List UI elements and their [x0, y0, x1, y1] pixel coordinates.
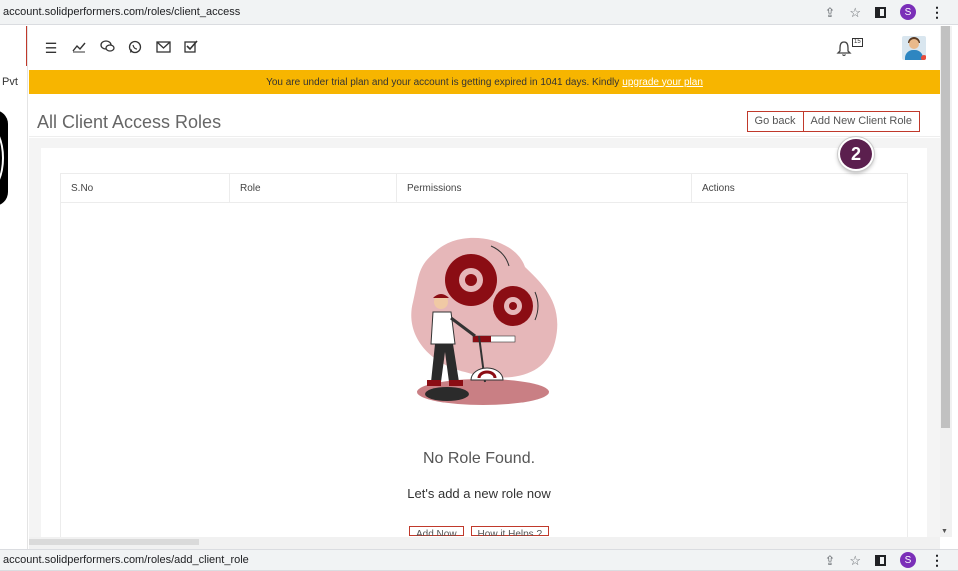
table-header: S.No Role Permissions Actions: [61, 174, 907, 203]
browser-profile-avatar-bottom[interactable]: S: [900, 552, 916, 568]
browser-url-bar-top: account.solidperformers.com/roles/client…: [0, 0, 958, 25]
horizontal-scroll-thumb[interactable]: [29, 539, 199, 545]
star-icon-bottom[interactable]: ☆: [849, 554, 861, 567]
column-header-actions[interactable]: Actions: [692, 174, 907, 202]
notification-bell[interactable]: 15: [836, 38, 863, 62]
empty-state-actions: Add Now How it Helps ?: [0, 526, 958, 536]
org-name-fragment: Pvt: [2, 76, 18, 88]
add-now-button[interactable]: Add Now: [408, 526, 464, 536]
sidebar-accent-line: [26, 26, 27, 66]
browser-url-bar-bottom: account.solidperformers.com/roles/add_cl…: [0, 549, 958, 571]
how-it-helps-button[interactable]: How it Helps ?: [470, 526, 550, 536]
share-icon[interactable]: ⇪: [824, 6, 835, 19]
trial-banner: You are under trial plan and your accoun…: [29, 70, 940, 94]
browser-profile-avatar[interactable]: S: [900, 4, 916, 20]
add-new-client-role-button[interactable]: Add New Client Role: [803, 111, 920, 132]
share-icon-bottom[interactable]: ⇪: [824, 554, 835, 567]
star-icon[interactable]: ☆: [849, 6, 861, 19]
url-text-bottom[interactable]: account.solidperformers.com/roles/add_cl…: [0, 554, 824, 566]
horizontal-scrollbar[interactable]: [29, 537, 940, 549]
notification-count-badge: 15: [852, 38, 863, 47]
side-panel-icon-bottom[interactable]: [875, 554, 886, 566]
page-title: All Client Access Roles: [37, 112, 222, 132]
column-header-sno[interactable]: S.No: [61, 174, 230, 202]
chat-icon[interactable]: [100, 40, 115, 55]
trial-message: You are under trial plan and your accoun…: [266, 76, 620, 88]
more-menu-icon-bottom[interactable]: ⋮: [930, 552, 944, 569]
more-menu-icon[interactable]: ⋮: [930, 4, 944, 21]
user-avatar[interactable]: [902, 36, 926, 60]
step-number-badge: 2: [838, 137, 874, 171]
go-back-button[interactable]: Go back: [746, 111, 804, 132]
header-button-group: Go back Add New Client Role: [746, 111, 920, 132]
status-dot: [921, 55, 926, 60]
analytics-icon[interactable]: [72, 41, 86, 55]
whatsapp-icon[interactable]: [128, 40, 142, 56]
vertical-scroll-thumb[interactable]: [941, 26, 950, 428]
mail-icon[interactable]: [156, 40, 171, 55]
bell-icon: [836, 41, 852, 57]
upgrade-plan-link[interactable]: upgrade your plan: [622, 77, 703, 88]
empty-state-subtitle: Let's add a new role now: [407, 486, 551, 501]
side-panel-icon[interactable]: [875, 6, 886, 18]
url-text[interactable]: account.solidperformers.com/roles/client…: [0, 6, 824, 18]
empty-state-title: No Role Found.: [422, 450, 536, 467]
sidebar-strip: Pvt: [0, 26, 28, 549]
menu-icon[interactable]: ☰: [44, 41, 58, 55]
empty-state-illustration: [411, 237, 558, 405]
column-header-role[interactable]: Role: [230, 174, 397, 202]
vertical-scrollbar[interactable]: ▼: [940, 26, 952, 537]
checkbox-icon[interactable]: [184, 40, 198, 55]
page-header: All Client Access Roles Go back Add New …: [29, 104, 940, 137]
app-navbar: ☰ 15: [29, 26, 940, 69]
scroll-down-arrow-icon[interactable]: ▼: [941, 528, 948, 535]
column-header-permissions[interactable]: Permissions: [397, 174, 692, 202]
